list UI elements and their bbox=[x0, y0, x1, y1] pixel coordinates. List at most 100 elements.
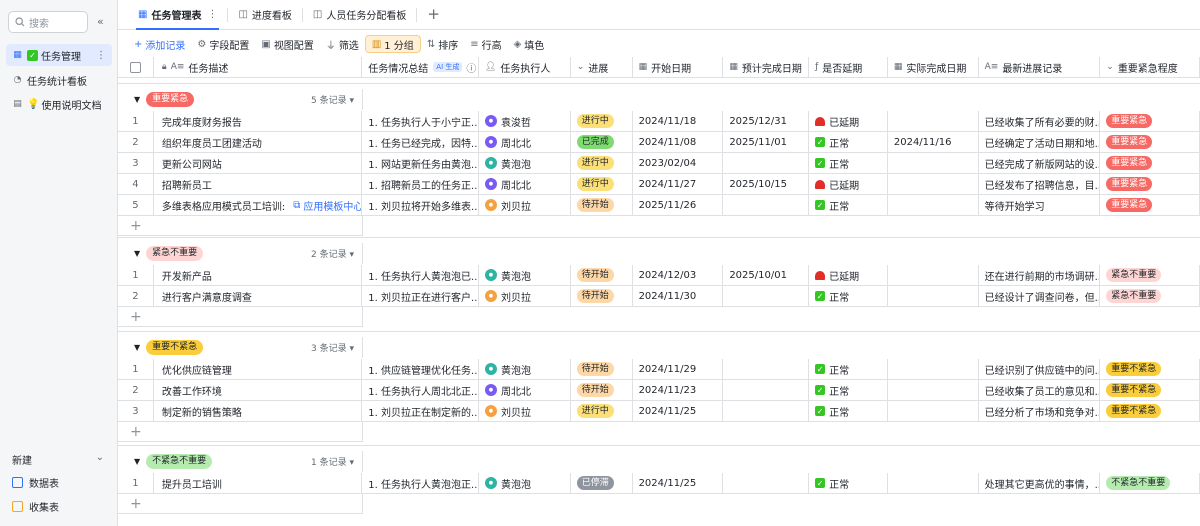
group-button[interactable]: ▥ 1 分组 bbox=[364, 35, 421, 53]
task-description-cell[interactable]: 改善工作环境 bbox=[153, 380, 363, 401]
search-input[interactable]: 搜索 bbox=[8, 11, 88, 33]
start-date-cell[interactable]: 2024/11/25 bbox=[632, 473, 724, 494]
new-datatable-button[interactable]: 数据表 bbox=[12, 473, 59, 491]
sidebar-item-usage-doc[interactable]: ▤ 💡 使用说明文档 bbox=[6, 93, 112, 115]
assignee-cell[interactable]: ● 袁浚哲 bbox=[478, 111, 571, 132]
fill-color-button[interactable]: ◈ 填色 bbox=[508, 34, 551, 54]
progress-cell[interactable]: 待开始 bbox=[570, 359, 633, 380]
start-date-cell[interactable]: 2024/11/23 bbox=[632, 380, 724, 401]
progress-cell[interactable]: 待开始 bbox=[570, 265, 633, 286]
assignee-cell[interactable]: ● 刘贝拉 bbox=[478, 286, 571, 307]
table-row[interactable]: 1 完成年度财务报告 1. 任务执行人于小宁正... ● 袁浚哲 进行中 2024/11/1… bbox=[118, 111, 1200, 132]
actual-date-cell[interactable] bbox=[887, 265, 979, 286]
actual-date-cell[interactable] bbox=[887, 359, 979, 380]
planned-date-cell[interactable] bbox=[723, 359, 810, 380]
select-all-checkbox[interactable] bbox=[118, 57, 154, 78]
progress-cell[interactable]: 进行中 bbox=[570, 401, 633, 422]
priority-cell[interactable]: 不紧急不重要 bbox=[1100, 473, 1200, 494]
header-cell[interactable]: A≡ 最新进展记录 bbox=[978, 57, 1101, 78]
delay-cell[interactable]: ✓ 正常 bbox=[809, 401, 888, 422]
view-config-button[interactable]: ▣ 视图配置 bbox=[255, 34, 319, 54]
group-count[interactable]: 3 条记录 ▾ bbox=[311, 341, 354, 354]
delay-cell[interactable]: ✓ 正常 bbox=[809, 473, 888, 494]
more-icon[interactable]: ⋮ bbox=[96, 50, 106, 61]
table-row[interactable]: 5 多维表格应用模式员工培训: ⧉ 应用模板中心 1. 刘贝拉将开始多维表... ● 刘贝拉… bbox=[118, 195, 1200, 216]
task-summary-cell[interactable]: 1. 网站更新任务由黄泡... bbox=[362, 153, 479, 174]
actual-date-cell[interactable] bbox=[887, 174, 979, 195]
priority-cell[interactable]: 重要不紧急 bbox=[1100, 359, 1200, 380]
group-header[interactable]: ▼ 重要紧急 5 条记录 ▾ bbox=[118, 89, 1200, 110]
start-date-cell[interactable]: 2024/11/30 bbox=[632, 286, 724, 307]
sidebar-item-task-dashboard[interactable]: ◔ 任务统计看板 bbox=[6, 69, 112, 91]
table-row[interactable]: 2 进行客户满意度调查 1. 刘贝拉正在进行客户... ● 刘贝拉 待开始 2024/11/… bbox=[118, 286, 1200, 307]
row-number[interactable]: 3 bbox=[118, 153, 154, 174]
latest-progress-cell[interactable]: 已经完成了新版网站的设... bbox=[978, 153, 1101, 174]
delay-cell[interactable]: ✓ 正常 bbox=[809, 153, 888, 174]
priority-cell[interactable]: 重要紧急 bbox=[1100, 195, 1200, 216]
row-number[interactable]: 2 bbox=[118, 286, 154, 307]
latest-progress-cell[interactable]: 还在进行前期的市场调研... bbox=[978, 265, 1101, 286]
task-description-cell[interactable]: 多维表格应用模式员工培训: ⧉ 应用模板中心 bbox=[153, 195, 363, 216]
start-date-cell[interactable]: 2024/11/27 bbox=[632, 174, 724, 195]
group-count[interactable]: 5 条记录 ▾ bbox=[311, 93, 354, 106]
priority-cell[interactable]: 紧急不重要 bbox=[1100, 265, 1200, 286]
table-row[interactable]: 1 提升员工培训 1. 任务执行人黄泡泡正... ● 黄泡泡 已停滞 2024/11/25 ✓… bbox=[118, 473, 1200, 494]
progress-cell[interactable]: 进行中 bbox=[570, 153, 633, 174]
latest-progress-cell[interactable]: 已经确定了活动日期和地... bbox=[978, 132, 1101, 153]
field-config-button[interactable]: ⚙ 字段配置 bbox=[191, 34, 255, 54]
template-center-link[interactable]: ⧉ 应用模板中心 bbox=[293, 198, 361, 213]
assignee-cell[interactable]: ● 刘贝拉 bbox=[478, 195, 571, 216]
tab-more-icon[interactable]: ⋮ bbox=[207, 9, 217, 20]
planned-date-cell[interactable] bbox=[723, 195, 810, 216]
start-date-cell[interactable]: 2024/11/29 bbox=[632, 359, 724, 380]
header-cell[interactable]: ▦ 预计完成日期 bbox=[723, 57, 810, 78]
add-row-button[interactable]: + bbox=[118, 494, 363, 514]
assignee-cell[interactable]: ● 黄泡泡 bbox=[478, 359, 571, 380]
add-row-button[interactable]: + bbox=[118, 422, 363, 442]
task-description-cell[interactable]: 进行客户满意度调查 bbox=[153, 286, 363, 307]
actual-date-cell[interactable] bbox=[887, 153, 979, 174]
task-summary-cell[interactable]: 1. 招聘新员工的任务正... bbox=[362, 174, 479, 195]
delay-cell[interactable]: ✓ 正常 bbox=[809, 195, 888, 216]
group-header[interactable]: ▼ 紧急不重要 2 条记录 ▾ bbox=[118, 243, 1200, 264]
delay-cell[interactable]: 已延期 bbox=[809, 265, 888, 286]
info-icon[interactable]: ⓘ bbox=[466, 60, 476, 75]
planned-date-cell[interactable]: 2025/11/01 bbox=[723, 132, 810, 153]
priority-cell[interactable]: 重要不紧急 bbox=[1100, 401, 1200, 422]
row-number[interactable]: 4 bbox=[118, 174, 154, 195]
planned-date-cell[interactable]: 2025/10/15 bbox=[723, 174, 810, 195]
start-date-cell[interactable]: 2024/11/08 bbox=[632, 132, 724, 153]
header-cell[interactable]: ƒ 是否延期 bbox=[809, 57, 888, 78]
table-row[interactable]: 2 组织年度员工团建活动 1. 任务已经完成，因特... ● 周北北 已完成 2024/11… bbox=[118, 132, 1200, 153]
planned-date-cell[interactable] bbox=[723, 473, 810, 494]
task-summary-cell[interactable]: 1. 任务执行人黄泡泡已... bbox=[362, 265, 479, 286]
latest-progress-cell[interactable]: 已经发布了招聘信息，目... bbox=[978, 174, 1101, 195]
table-row[interactable]: 1 开发新产品 1. 任务执行人黄泡泡已... ● 黄泡泡 待开始 2024/12/03 20… bbox=[118, 265, 1200, 286]
delay-cell[interactable]: 已延期 bbox=[809, 111, 888, 132]
row-number[interactable]: 3 bbox=[118, 401, 154, 422]
group-count[interactable]: 1 条记录 ▾ bbox=[311, 455, 354, 468]
collapse-sidebar-icon[interactable]: « bbox=[97, 15, 104, 28]
row-number[interactable]: 1 bbox=[118, 473, 154, 494]
task-summary-cell[interactable]: 1. 任务执行人黄泡泡正... bbox=[362, 473, 479, 494]
group-count[interactable]: 2 条记录 ▾ bbox=[311, 247, 354, 260]
progress-cell[interactable]: 待开始 bbox=[570, 286, 633, 307]
start-date-cell[interactable]: 2025/11/26 bbox=[632, 195, 724, 216]
progress-cell[interactable]: 待开始 bbox=[570, 380, 633, 401]
actual-date-cell[interactable] bbox=[887, 401, 979, 422]
assignee-cell[interactable]: ● 周北北 bbox=[478, 174, 571, 195]
row-number[interactable]: 1 bbox=[118, 265, 154, 286]
priority-cell[interactable]: 重要不紧急 bbox=[1100, 380, 1200, 401]
row-number[interactable]: 2 bbox=[118, 380, 154, 401]
latest-progress-cell[interactable]: 处理其它更高优的事情，... bbox=[978, 473, 1101, 494]
collapse-triangle-icon[interactable]: ▼ bbox=[134, 249, 140, 258]
delay-cell[interactable]: ✓ 正常 bbox=[809, 132, 888, 153]
task-description-cell[interactable]: 招聘新员工 bbox=[153, 174, 363, 195]
header-cell[interactable]: ▦ 开始日期 bbox=[632, 57, 724, 78]
priority-cell[interactable]: 重要紧急 bbox=[1100, 153, 1200, 174]
task-description-cell[interactable]: 更新公司网站 bbox=[153, 153, 363, 174]
row-number[interactable]: 5 bbox=[118, 195, 154, 216]
progress-cell[interactable]: 已停滞 bbox=[570, 473, 633, 494]
actual-date-cell[interactable] bbox=[887, 286, 979, 307]
assignee-cell[interactable]: ● 黄泡泡 bbox=[478, 153, 571, 174]
